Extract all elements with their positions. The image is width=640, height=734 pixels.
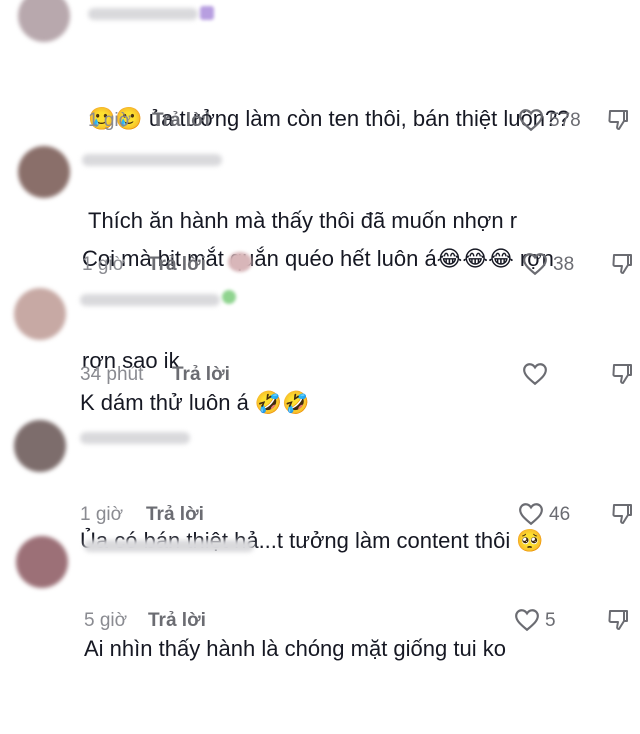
comment-time: 1 giờ — [88, 110, 132, 131]
heart-icon[interactable] — [514, 608, 540, 632]
comment-item: Ủa có bán thiệt hả...t tưởng làm content… — [0, 410, 640, 553]
badge-icon — [222, 290, 236, 304]
badge-icon — [200, 6, 214, 20]
comment-time: 5 giờ — [84, 610, 128, 631]
comment-time: 34 phút — [80, 364, 144, 385]
comment-time: 1 giờ — [82, 254, 126, 275]
avatar[interactable] — [18, 146, 70, 198]
comment-item: 🥲🥲 ủa tưởng làm còn ten thôi, bán thiệt … — [0, 0, 640, 233]
comment-text-line: Ai nhìn thấy hành là chóng mặt giống tui… — [84, 636, 506, 661]
avatar[interactable] — [14, 420, 66, 472]
comment-time: 1 giờ — [80, 504, 124, 525]
dislike-icon[interactable] — [611, 252, 633, 276]
username[interactable] — [84, 540, 254, 552]
like-count: 38 — [553, 254, 575, 275]
comment-text: Ai nhìn thấy hành là chóng mặt giống tui… — [84, 564, 640, 734]
like-count: 578 — [549, 110, 581, 131]
dislike-icon[interactable] — [607, 608, 629, 632]
heart-icon[interactable] — [518, 108, 544, 132]
reply-button[interactable]: Trả lời — [146, 504, 204, 526]
heart-icon[interactable] — [522, 252, 548, 276]
dislike-icon[interactable] — [611, 502, 633, 526]
reply-button[interactable]: Trả lời — [148, 254, 206, 276]
username[interactable] — [80, 294, 220, 306]
reply-button[interactable]: Trả lời — [172, 364, 230, 386]
heart-icon[interactable] — [522, 362, 548, 386]
dislike-icon[interactable] — [611, 362, 633, 386]
username[interactable] — [88, 8, 198, 20]
comment-item: Coi mà bịt mắt quắn quéo hết luôn á😂😂😂 r… — [0, 140, 640, 373]
comment-item: Ai nhìn thấy hành là chóng mặt giống tui… — [0, 530, 640, 661]
dislike-icon[interactable] — [607, 108, 629, 132]
avatar[interactable] — [14, 288, 66, 340]
username[interactable] — [82, 154, 222, 166]
heart-icon[interactable] — [518, 502, 544, 526]
like-count: 5 — [545, 610, 556, 631]
avatar[interactable] — [18, 0, 70, 42]
comment-item: K dám thử luôn á 🤣🤣 34 phút Trả lời — [0, 280, 640, 415]
decorative-emoji-blur — [228, 252, 252, 272]
like-count: 46 — [549, 504, 571, 525]
reply-button[interactable]: Trả lời — [148, 610, 206, 632]
username[interactable] — [80, 432, 190, 444]
avatar[interactable] — [16, 536, 68, 588]
reply-button[interactable]: Trả lời — [152, 110, 210, 132]
